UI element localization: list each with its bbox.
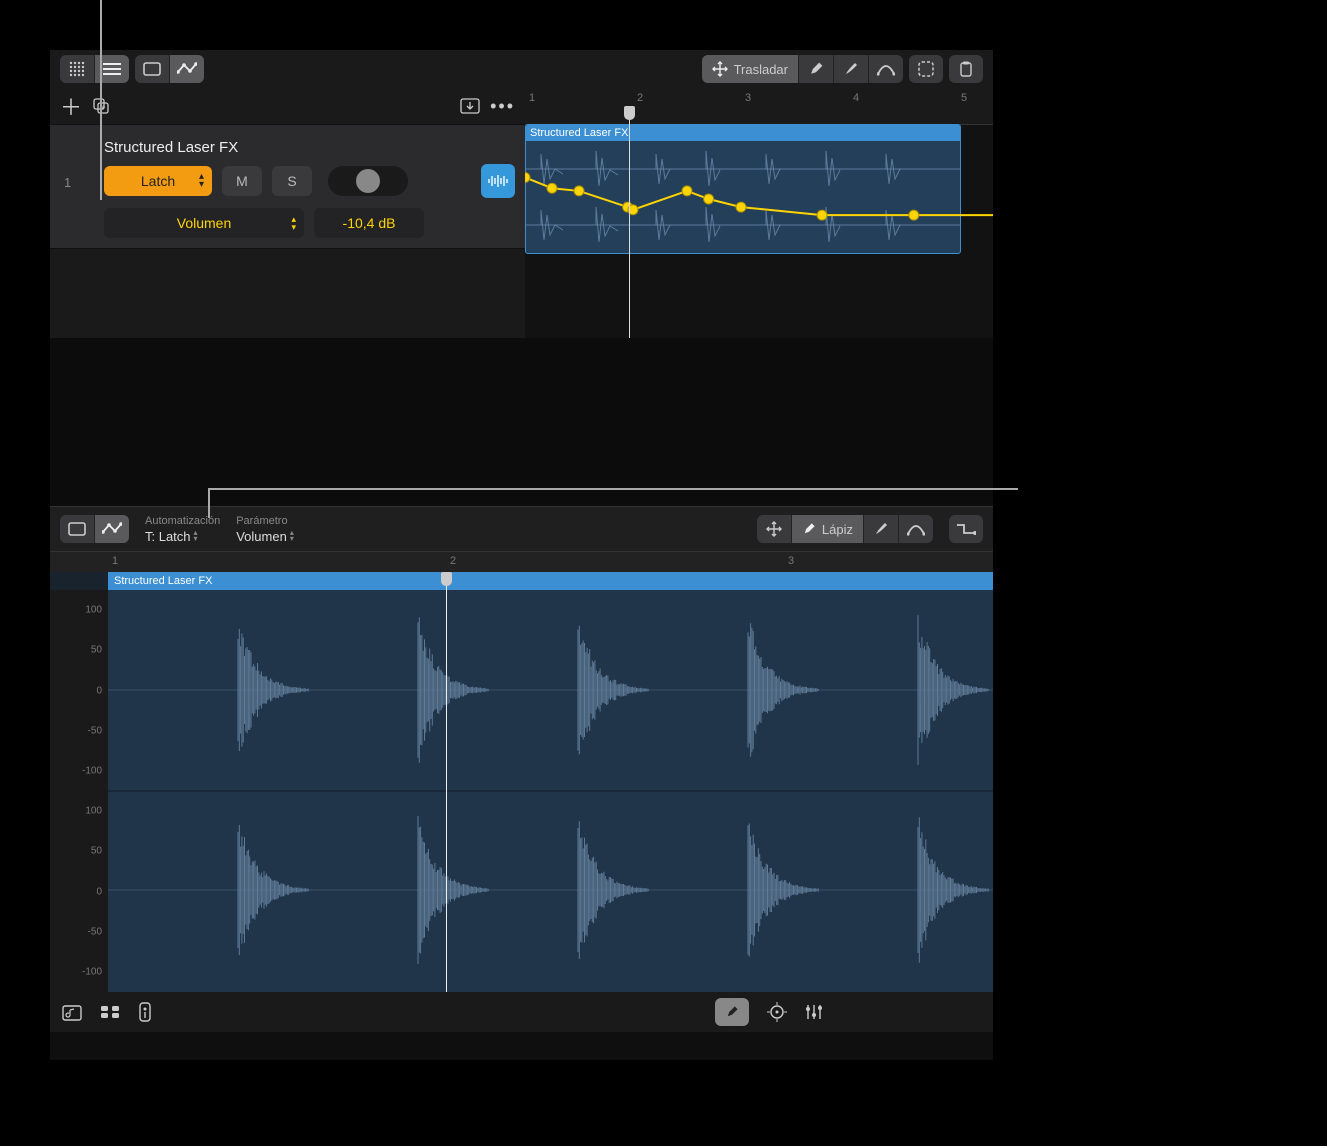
audio-clip[interactable]: Structured Laser FX	[525, 124, 961, 254]
pencil-tool-button[interactable]: Lápiz	[791, 515, 863, 543]
playhead[interactable]	[629, 106, 630, 338]
track-row[interactable]: 1 Structured Laser FX Latch ▴▾ M S	[50, 124, 525, 249]
brush-tool-button[interactable]	[833, 55, 868, 83]
audio-editor[interactable]: 1 2 3 Structured Laser FX 100 50 0 -50 -…	[50, 551, 993, 992]
chevron-icon: ▴▾	[291, 215, 296, 231]
bar-ruler[interactable]: 1 2 3 4 5	[525, 88, 993, 125]
track-number: 1	[64, 175, 71, 190]
editor-ruler[interactable]: 1 2 3	[50, 552, 993, 572]
arrangement-timeline[interactable]: 1 2 3 4 5 Structured Laser FX	[525, 88, 993, 338]
pan-slider[interactable]	[328, 166, 408, 196]
move-tool-button[interactable]	[757, 515, 791, 543]
pencil-icon	[725, 1005, 739, 1019]
callout-line-vertical	[100, 0, 102, 200]
mixer-button[interactable]	[100, 1005, 120, 1019]
automation-param-row: Volumen ▴▾ -10,4 dB	[60, 198, 515, 238]
clipboard-icon	[958, 61, 974, 77]
curve-icon	[907, 522, 925, 536]
empty-timeline-area	[50, 338, 993, 506]
move-tool-label: Trasladar	[734, 62, 788, 77]
region-view-button[interactable]	[135, 55, 169, 83]
track-headers: ＋ + ••• 1 Structured Laser FX Latch	[50, 88, 525, 338]
solo-button[interactable]: S	[272, 166, 312, 196]
region-view-button[interactable]	[60, 515, 94, 543]
snap-button[interactable]	[767, 1002, 787, 1022]
editor-body: 100 50 0 -50 -100 100 50 0 -50 -100	[50, 590, 993, 992]
editor-view-group	[60, 515, 129, 543]
chevron-icon: ▴▾	[199, 173, 204, 189]
curve-tool-button[interactable]	[868, 55, 903, 83]
automation-value-display[interactable]: -10,4 dB	[314, 208, 424, 238]
automation-view-button[interactable]	[94, 515, 129, 543]
automation-mode-display[interactable]: Automatización T: Latch▴▾	[145, 515, 220, 544]
amplitude-axis: 100 50 0 -50 -100 100 50 0 -50 -100	[50, 590, 108, 992]
selection-button[interactable]	[909, 55, 943, 83]
view-mode-group	[60, 55, 129, 83]
ruler-tick: 2	[637, 92, 643, 104]
chevron-icon: ▴▾	[290, 530, 294, 542]
clip-waveform	[526, 141, 960, 253]
chevron-icon: ▴▾	[194, 530, 198, 542]
import-button[interactable]	[460, 98, 480, 114]
clip-name: Structured Laser FX	[526, 125, 960, 141]
ruler-tick: 3	[745, 92, 751, 104]
ruler-tick: 1	[112, 555, 118, 567]
automation-mode-button[interactable]	[949, 515, 983, 543]
editor-clip-name: Structured Laser FX	[108, 572, 993, 590]
editor-tool-group: Lápiz	[757, 515, 933, 543]
library-button[interactable]	[62, 1003, 82, 1021]
ruler-tick: 5	[961, 92, 967, 104]
track-controls: Latch ▴▾ M S	[60, 164, 515, 198]
plugin-button[interactable]	[138, 1002, 152, 1022]
mute-button[interactable]: M	[222, 166, 262, 196]
main-toolbar: Trasladar	[50, 50, 993, 88]
move-icon	[712, 61, 728, 77]
step-icon	[956, 522, 976, 536]
move-icon	[766, 521, 782, 537]
clipboard-button[interactable]	[949, 55, 983, 83]
track-type-icon[interactable]	[481, 164, 515, 198]
track-area: ＋ + ••• 1 Structured Laser FX Latch	[50, 88, 993, 338]
track-name: Structured Laser FX	[60, 133, 515, 164]
pencil-tool-button[interactable]	[798, 55, 833, 83]
region-automation-group	[135, 55, 204, 83]
more-button[interactable]: •••	[490, 96, 515, 117]
selection-icon	[918, 61, 934, 77]
track-header-toolbar: ＋ + •••	[50, 88, 525, 124]
settings-button[interactable]	[805, 1003, 823, 1021]
brush-icon	[843, 61, 859, 77]
grid-view-button[interactable]	[60, 55, 94, 83]
brush-icon	[873, 521, 889, 537]
ruler-tick: 2	[450, 555, 456, 567]
app-window: Trasladar ＋ +	[50, 50, 993, 1060]
ruler-tick: 3	[788, 555, 794, 567]
waveform-icon	[487, 174, 509, 188]
editor-waveform	[108, 590, 993, 992]
move-tool-button[interactable]: Trasladar	[702, 55, 798, 83]
editor-playhead[interactable]	[446, 572, 447, 992]
pencil-icon	[802, 522, 816, 536]
callout-line-horizontal	[208, 488, 1018, 490]
add-track-button[interactable]: ＋	[60, 90, 82, 122]
ruler-tick: 4	[853, 92, 859, 104]
edit-tool-group: Trasladar	[702, 55, 903, 83]
bottom-toolbar	[50, 992, 993, 1032]
edit-mode-button[interactable]	[715, 998, 749, 1026]
automation-param-select[interactable]: Volumen ▴▾	[104, 208, 304, 238]
curve-icon	[877, 62, 895, 76]
automation-param-display[interactable]: Parámetro Volumen▴▾	[236, 515, 294, 544]
pencil-icon	[808, 61, 824, 77]
brush-tool-button[interactable]	[863, 515, 898, 543]
editor-toolbar: Automatización T: Latch▴▾ Parámetro Volu…	[50, 506, 993, 551]
automation-mode-select[interactable]: Latch ▴▾	[104, 166, 212, 196]
automation-view-button[interactable]	[169, 55, 204, 83]
ruler-tick: 1	[529, 92, 535, 104]
curve-tool-button[interactable]	[898, 515, 933, 543]
